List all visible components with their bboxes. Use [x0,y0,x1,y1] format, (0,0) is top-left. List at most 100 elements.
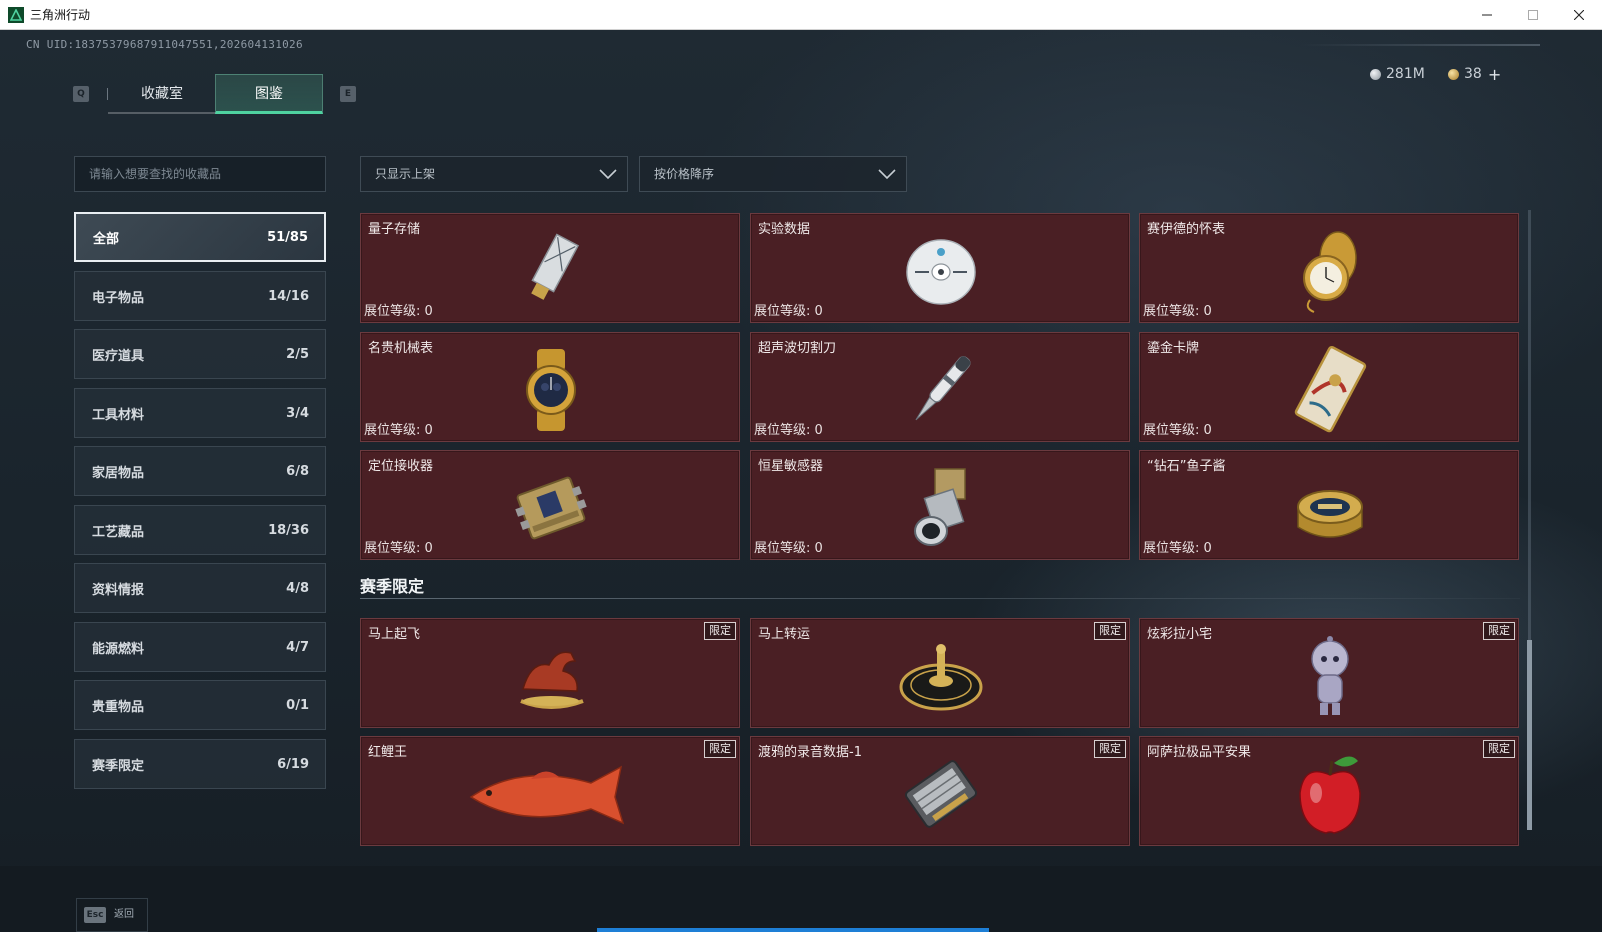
silver-amount: 281M [1386,66,1425,82]
item-level: 展位等级: 0 [1143,541,1212,556]
item-card[interactable]: 量子存储 展位等级: 0 [360,213,740,323]
category-electronics[interactable]: 电子物品 14/16 [74,271,326,321]
category-intel[interactable]: 资料情报 4/8 [74,563,326,613]
item-name: 定位接收器 [368,459,434,474]
item-name: 名贵机械表 [368,341,434,356]
season-item-card[interactable]: 红鲤王 限定 [360,736,740,846]
season-item-card[interactable]: 炫彩拉小宅 限定 [1139,618,1519,728]
category-crafts[interactable]: 工艺藏品 18/36 [74,505,326,555]
category-label: 全部 [93,231,120,247]
season-item-card[interactable]: 阿萨拉极品平安果 限定 [1139,736,1519,846]
category-label: 贵重物品 [92,699,145,715]
sort-dropdown[interactable]: 按价格降序 [639,156,907,192]
category-label: 医疗道具 [92,348,145,364]
limited-badge: 限定 [1483,622,1515,640]
gold-coin-icon [1448,68,1459,80]
maximize-icon[interactable] [1510,0,1556,30]
item-name: 恒星敏感器 [758,459,824,474]
item-card[interactable]: 定位接收器 展位等级: 0 [360,450,740,560]
footer-bar [0,866,1602,932]
category-fuel[interactable]: 能源燃料 4/7 [74,622,326,672]
category-label: 能源燃料 [92,641,145,657]
season-item-card[interactable]: 渡鸦的录音数据-1 限定 [750,736,1130,846]
app-logo-icon [8,6,24,23]
tab-catalog[interactable]: 图鉴 [215,74,323,114]
item-name: 实验数据 [758,222,811,237]
item-name: “钻石”鱼子酱 [1147,459,1226,474]
show-filter-value: 只显示上架 [375,167,436,181]
loading-bar [597,928,989,932]
gps-receiver-icon [515,476,587,540]
season-item-card[interactable]: 马上起飞 限定 [360,618,740,728]
scrollbar-thumb[interactable] [1527,640,1532,830]
usb-drive-icon [531,233,580,300]
window-title: 三角洲行动 [30,8,91,22]
doll-figure-icon [1311,636,1349,715]
limited-badge: 限定 [1483,740,1515,758]
item-name: 红鲤王 [368,745,408,760]
item-level: 展位等级: 0 [1143,304,1212,319]
carp-fish-icon [469,765,625,825]
category-valuables[interactable]: 贵重物品 0/1 [74,680,326,730]
category-count: 6/19 [277,756,309,772]
gold-currency[interactable]: 38 + [1448,64,1501,84]
item-card[interactable]: 名贵机械表 展位等级: 0 [360,332,740,442]
category-label: 家居物品 [92,465,145,481]
item-card[interactable]: “钻石”鱼子酱 展位等级: 0 [1139,450,1519,560]
category-count: 18/36 [268,522,309,538]
disc-icon [906,239,976,305]
category-label: 工艺藏品 [92,524,145,540]
item-name: 炫彩拉小宅 [1147,627,1213,642]
back-label: 返回 [114,909,134,920]
window-titlebar: 三角洲行动 [0,0,1602,30]
game-area: CN UID:18375379687911047551,202604131026… [0,30,1602,932]
item-name: 马上起飞 [368,627,421,642]
item-level: 展位等级: 0 [754,541,823,556]
section-title-season: 赛季限定 [360,577,425,596]
golden-wheel-icon [899,644,983,711]
caviar-tin-icon [1297,490,1363,538]
item-card[interactable]: 恒星敏感器 展位等级: 0 [750,450,1130,560]
horse-statue-icon [520,651,584,709]
item-card[interactable]: 实验数据 展位等级: 0 [750,213,1130,323]
tape-recorder-icon [904,760,978,828]
sort-value: 按价格降序 [654,167,715,181]
star-sensor-icon [914,468,966,546]
show-filter-dropdown[interactable]: 只显示上架 [360,156,628,192]
item-level: 展位等级: 0 [364,304,433,319]
limited-badge: 限定 [1094,740,1126,758]
search-input[interactable]: 请输入想要查找的收藏品 [74,156,326,192]
add-currency-button[interactable]: + [1488,65,1501,84]
item-card[interactable]: 赛伊德的怀表 展位等级: 0 [1139,213,1519,323]
prev-tab-key[interactable]: Q [73,86,89,102]
item-name: 赛伊德的怀表 [1147,222,1226,237]
category-label: 电子物品 [92,290,145,306]
esc-key-icon: Esc [84,907,106,923]
category-count: 4/7 [286,639,309,655]
next-tab-key[interactable]: E [340,86,356,102]
category-tools[interactable]: 工具材料 3/4 [74,388,326,438]
minimize-icon[interactable] [1464,0,1510,30]
category-count: 0/1 [286,697,309,713]
category-label: 赛季限定 [92,758,145,774]
silver-coin-icon [1370,68,1381,80]
category-all[interactable]: 全部 51/85 [74,212,326,262]
season-item-card[interactable]: 马上转运 限定 [750,618,1130,728]
category-household[interactable]: 家居物品 6/8 [74,446,326,496]
item-name: 马上转运 [758,627,811,642]
item-name: 鎏金卡牌 [1147,341,1200,356]
category-season[interactable]: 赛季限定 6/19 [74,739,326,789]
category-medical[interactable]: 医疗道具 2/5 [74,329,326,379]
close-icon[interactable] [1556,0,1602,30]
item-name: 量子存储 [368,222,421,237]
cutting-knife-icon [915,356,971,421]
wristwatch-icon [526,349,576,431]
decorative-line [1300,44,1540,46]
item-level: 展位等级: 0 [364,423,433,438]
chevron-down-icon [878,169,896,180]
item-name: 渡鸦的录音数据-1 [758,745,862,760]
item-card[interactable]: 超声波切割刀 展位等级: 0 [750,332,1130,442]
item-card[interactable]: 鎏金卡牌 展位等级: 0 [1139,332,1519,442]
item-level: 展位等级: 0 [1143,423,1212,438]
tab-collection-room[interactable]: 收藏室 [108,74,216,114]
